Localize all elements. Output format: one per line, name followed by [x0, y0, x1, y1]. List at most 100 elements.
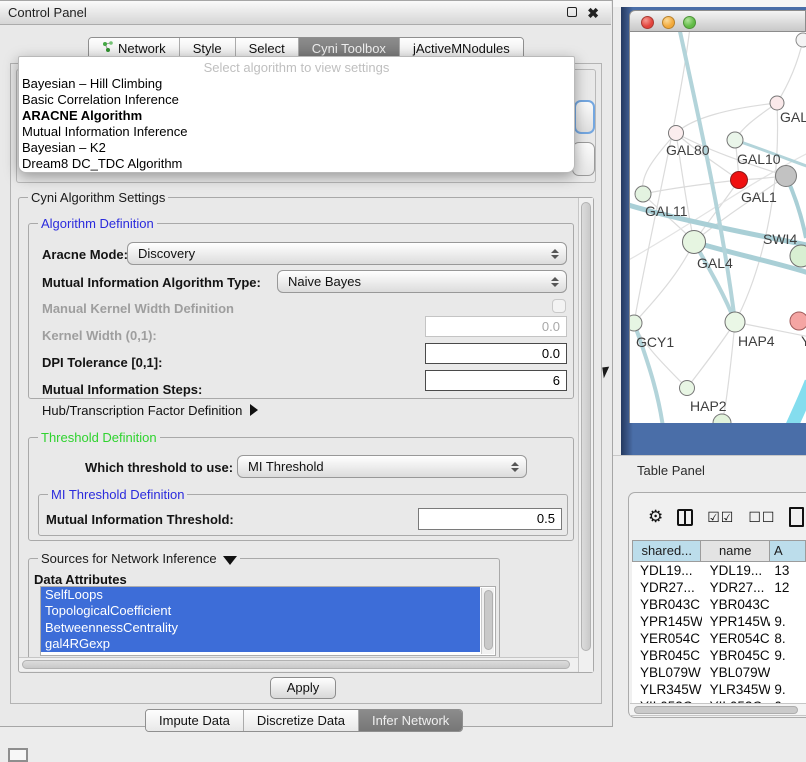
mi-threshold-input[interactable]: 0.5 [418, 508, 562, 530]
table-cell[interactable]: YDL19... [632, 562, 702, 579]
table-cell[interactable]: YER054C [702, 630, 771, 647]
table-cell[interactable] [770, 596, 806, 613]
manual-kernel-checkbox[interactable] [552, 299, 566, 313]
table-cell[interactable]: YBR045C [632, 647, 702, 664]
float-window-icon[interactable] [567, 7, 577, 17]
scrollbar-thumb[interactable] [484, 590, 493, 650]
settings-horizontal-thumb[interactable] [22, 660, 570, 669]
column-header-name[interactable]: name [701, 540, 769, 562]
column-layout-icon[interactable] [677, 509, 693, 526]
network-node-hap4[interactable] [725, 312, 745, 332]
network-node-y[interactable] [790, 312, 806, 330]
aracne-mode-select[interactable]: Discovery [127, 242, 567, 265]
table-cell[interactable]: YER054C [632, 630, 702, 647]
network-canvas[interactable]: GALGAL80GAL10GAL1GAL11SWI4GAL4GCY1HAP4YH… [629, 32, 806, 423]
network-window-titlebar[interactable] [629, 10, 806, 32]
table-row[interactable]: YBR045CYBR045C9. [632, 647, 806, 664]
table-row[interactable]: YPR145WYPR145W9. [632, 613, 806, 630]
algorithm-option[interactable]: Bayesian – Hill Climbing [19, 76, 574, 92]
minimize-traffic-light[interactable] [662, 16, 675, 29]
network-edge[interactable] [634, 323, 687, 388]
node-table[interactable]: shared... name A YDL19...YDL19...13YDR27… [632, 540, 806, 703]
network-node-gal11[interactable] [635, 186, 651, 202]
checked-columns-icon[interactable]: ☑☑ [707, 509, 734, 526]
tab-impute-data[interactable]: Impute Data [146, 710, 244, 731]
which-threshold-select[interactable]: MI Threshold [237, 455, 527, 478]
zoom-traffic-light[interactable] [683, 16, 696, 29]
column-header-clipped[interactable]: A [770, 540, 806, 562]
table-cell[interactable]: YPR145W [632, 613, 702, 630]
table-cell[interactable]: 9. [770, 647, 806, 664]
network-node-gal80[interactable] [669, 126, 684, 141]
algorithm-option[interactable]: Bayesian – K2 [19, 140, 574, 156]
table-cell[interactable]: YBR045C [702, 647, 771, 664]
tab-infer-network[interactable]: Infer Network [359, 710, 462, 731]
apply-button[interactable]: Apply [270, 677, 336, 699]
attribute-item-selected[interactable]: gal4RGexp [41, 636, 480, 652]
network-node-swi4[interactable] [790, 245, 806, 267]
attribute-item-selected[interactable]: SelfLoops [41, 587, 480, 603]
table-row[interactable]: YER054CYER054C8. [632, 630, 806, 647]
tab-discretize-data[interactable]: Discretize Data [244, 710, 359, 731]
network-edge[interactable] [780, 382, 806, 423]
table-cell[interactable]: YDR27... [702, 579, 771, 596]
table-row[interactable]: YBL079WYBL079W [632, 664, 806, 681]
table-cell[interactable]: YPR145W [702, 613, 771, 630]
attribute-item-selected[interactable]: BetweennessCentrality [41, 620, 480, 636]
algorithm-option[interactable]: Mutual Information Inference [19, 124, 574, 140]
network-node[interactable] [776, 166, 797, 187]
network-edge[interactable] [676, 103, 777, 133]
network-edge[interactable] [679, 32, 735, 322]
network-node-hap2[interactable] [680, 381, 695, 396]
network-node-gcy1[interactable] [630, 315, 642, 331]
dpi-tolerance-input[interactable]: 0.0 [425, 343, 567, 364]
kernel-width-input[interactable]: 0.0 [425, 316, 567, 337]
table-cell[interactable]: 8. [770, 630, 806, 647]
close-traffic-light[interactable] [641, 16, 654, 29]
unchecked-columns-icon[interactable]: ☐☐ [748, 509, 775, 526]
hub-definition-expander[interactable]: Hub/Transcription Factor Definition [42, 403, 258, 418]
network-node-gal1[interactable] [731, 172, 748, 189]
network-node[interactable] [796, 33, 806, 47]
algorithm-option[interactable]: Basic Correlation Inference [19, 92, 574, 108]
mi-steps-input[interactable]: 6 [425, 370, 567, 391]
table-cell[interactable]: 9. [770, 681, 806, 698]
table-horizontal-thumb[interactable] [634, 706, 798, 714]
table-row[interactable]: YDL19...YDL19...13 [632, 562, 806, 579]
attribute-item-selected[interactable]: TopologicalCoefficient [41, 603, 480, 619]
network-edge[interactable] [634, 32, 690, 323]
table-row[interactable]: YLR345WYLR345W9. [632, 681, 806, 698]
table-cell[interactable]: 12 [770, 579, 806, 596]
table-cell[interactable]: YBL079W [632, 664, 702, 681]
table-cell[interactable]: YBL079W [702, 664, 771, 681]
network-edge[interactable] [687, 322, 735, 388]
network-edge[interactable] [777, 40, 803, 103]
network-node-gal4[interactable] [683, 231, 706, 254]
minimized-panel-icon[interactable] [8, 748, 28, 762]
network-edge[interactable] [634, 242, 694, 323]
data-attributes-list[interactable]: SelfLoopsTopologicalCoefficientBetweenne… [40, 586, 496, 656]
table-cell[interactable]: YBR043C [632, 596, 702, 613]
network-edge[interactable] [643, 180, 739, 194]
mi-type-select[interactable]: Naive Bayes [277, 270, 567, 293]
table-cell[interactable]: 9. [770, 613, 806, 630]
network-node-gal10[interactable] [727, 132, 743, 148]
table-cell[interactable]: YLR345W [632, 681, 702, 698]
algorithm-option[interactable]: ARACNE Algorithm [19, 108, 574, 124]
sources-expander[interactable]: Sources for Network Inference [38, 551, 240, 566]
table-cell[interactable]: YDL19... [702, 562, 771, 579]
table-cell[interactable] [770, 664, 806, 681]
gear-icon[interactable]: ⚙ [648, 507, 663, 527]
network-combo-fragment[interactable] [572, 142, 595, 176]
algorithm-option[interactable]: Dream8 DC_TDC Algorithm [19, 156, 574, 172]
table-cell[interactable]: YBR043C [702, 596, 771, 613]
list-scrollbar[interactable] [481, 588, 494, 654]
close-icon[interactable]: ✖ [587, 5, 599, 22]
algorithm-combo-fragment[interactable] [574, 100, 595, 134]
table-row[interactable]: YDR27...YDR27...12 [632, 579, 806, 596]
settings-vertical-thumb[interactable] [581, 202, 591, 651]
column-header-shared-name[interactable]: shared... [632, 540, 701, 562]
table-cell[interactable]: YDR27... [632, 579, 702, 596]
network-node[interactable] [770, 96, 784, 110]
table-cell[interactable]: YLR345W [702, 681, 771, 698]
